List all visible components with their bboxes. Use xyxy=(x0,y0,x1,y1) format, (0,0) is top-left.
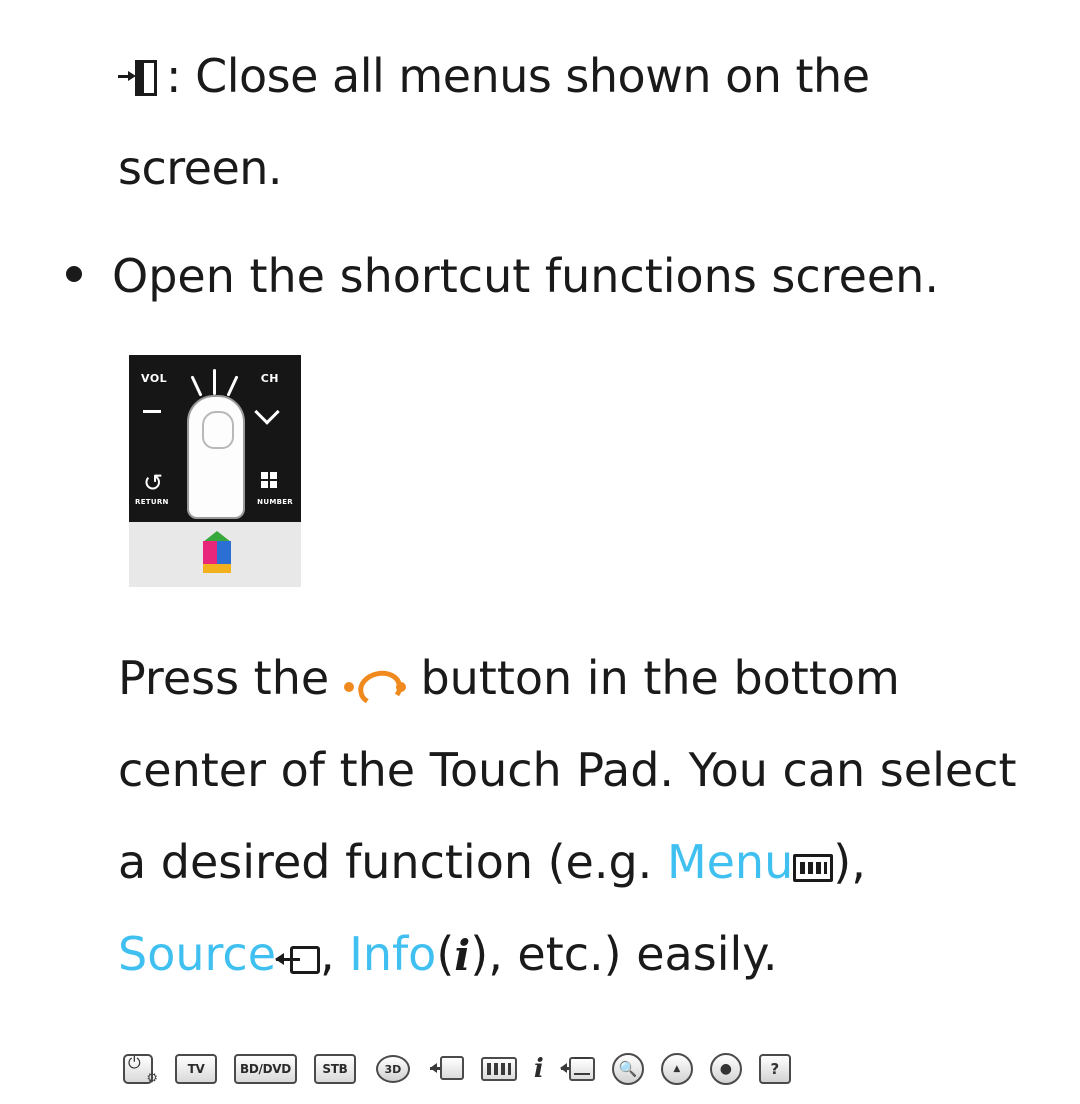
info-keyword: Info xyxy=(349,927,437,981)
search-icon[interactable]: 🔍 xyxy=(611,1053,644,1085)
body-paragraph: Press the button in the bottom center of… xyxy=(118,632,1063,1002)
bullet-text: Open the shortcut functions screen. xyxy=(112,249,939,303)
exit-line-1: : Close all menus shown on the xyxy=(118,30,1018,122)
remote-touch-pad-illustration: VOL CH ↺ RETURN NUMBER xyxy=(129,355,301,587)
finger-illustration xyxy=(187,395,245,519)
caption-icon[interactable] xyxy=(559,1054,595,1084)
paragraph-line-2: center of the Touch Pad. You can select xyxy=(118,743,1017,797)
paragraph-line-1: Press the button in the bottom xyxy=(118,632,1063,724)
return-icon: ↺ xyxy=(143,469,164,497)
manual-page: : Close all menus shown on the screen. O… xyxy=(0,0,1080,1104)
info-icon[interactable]: i xyxy=(534,1054,544,1084)
menu-keyword: Menu xyxy=(666,835,794,889)
bd-dvd-icon[interactable]: BD/DVD xyxy=(234,1054,297,1084)
remote-bottom-panel xyxy=(129,522,301,587)
source-icon[interactable] xyxy=(429,1054,464,1084)
paragraph-text-4end: , etc.) easily. xyxy=(488,927,778,981)
remote-vol-label: VOL xyxy=(141,372,168,385)
exit-door-icon xyxy=(118,58,164,98)
paragraph-text-1a: Press the xyxy=(118,651,330,705)
three-d-label: 3D xyxy=(375,1055,410,1083)
menu-icon[interactable] xyxy=(480,1054,517,1084)
info-i-icon: i xyxy=(454,931,471,980)
help-icon[interactable]: ? xyxy=(758,1054,791,1084)
source-arrow-icon xyxy=(275,946,320,974)
three-d-icon[interactable]: 3D xyxy=(373,1054,413,1084)
tap-spark-icon xyxy=(213,369,216,395)
recommend-icon[interactable]: ▲ xyxy=(660,1053,693,1085)
paragraph-text-1b: button in the bottom xyxy=(420,651,900,705)
paragraph-text-3a: a desired function (e.g. xyxy=(118,835,653,889)
menu-grid-icon xyxy=(793,854,834,882)
power-settings-icon[interactable]: ⚙ xyxy=(118,1053,158,1086)
paragraph-line-3: a desired function (e.g. Menu), xyxy=(118,816,1063,908)
smart-hub-icon[interactable]: ● xyxy=(709,1053,742,1085)
return-label: RETURN xyxy=(135,498,169,506)
paragraph-line-4: Source, Info(i), etc.) easily. xyxy=(118,927,778,981)
bullet-dot-icon xyxy=(66,266,82,282)
exit-text-2: screen. xyxy=(118,141,283,195)
remote-volume-down-icon xyxy=(143,410,161,413)
smart-hub-cube-icon xyxy=(199,531,235,573)
number-grid-icon xyxy=(261,472,279,490)
help-label: ? xyxy=(758,1054,791,1084)
touch-pad-swirl-icon xyxy=(343,666,406,710)
exit-text-1: : Close all menus shown on the xyxy=(166,49,870,103)
number-label: NUMBER xyxy=(257,498,293,506)
paragraph-text-3b: ), xyxy=(833,835,866,889)
bullet-instruction: Open the shortcut functions screen. xyxy=(66,236,1046,316)
paragraph-text-4mid: , xyxy=(320,927,350,981)
source-keyword: Source xyxy=(118,927,276,981)
tv-icon[interactable]: TV xyxy=(175,1054,217,1084)
remote-ch-label: CH xyxy=(260,372,279,385)
stb-icon[interactable]: STB xyxy=(313,1054,356,1084)
bottom-icon-strip: ⚙ TV BD/DVD STB 3D i 🔍 ▲ ● ? xyxy=(118,1046,918,1092)
exit-instruction: : Close all menus shown on the screen. xyxy=(118,30,1018,214)
fingernail xyxy=(202,411,234,449)
